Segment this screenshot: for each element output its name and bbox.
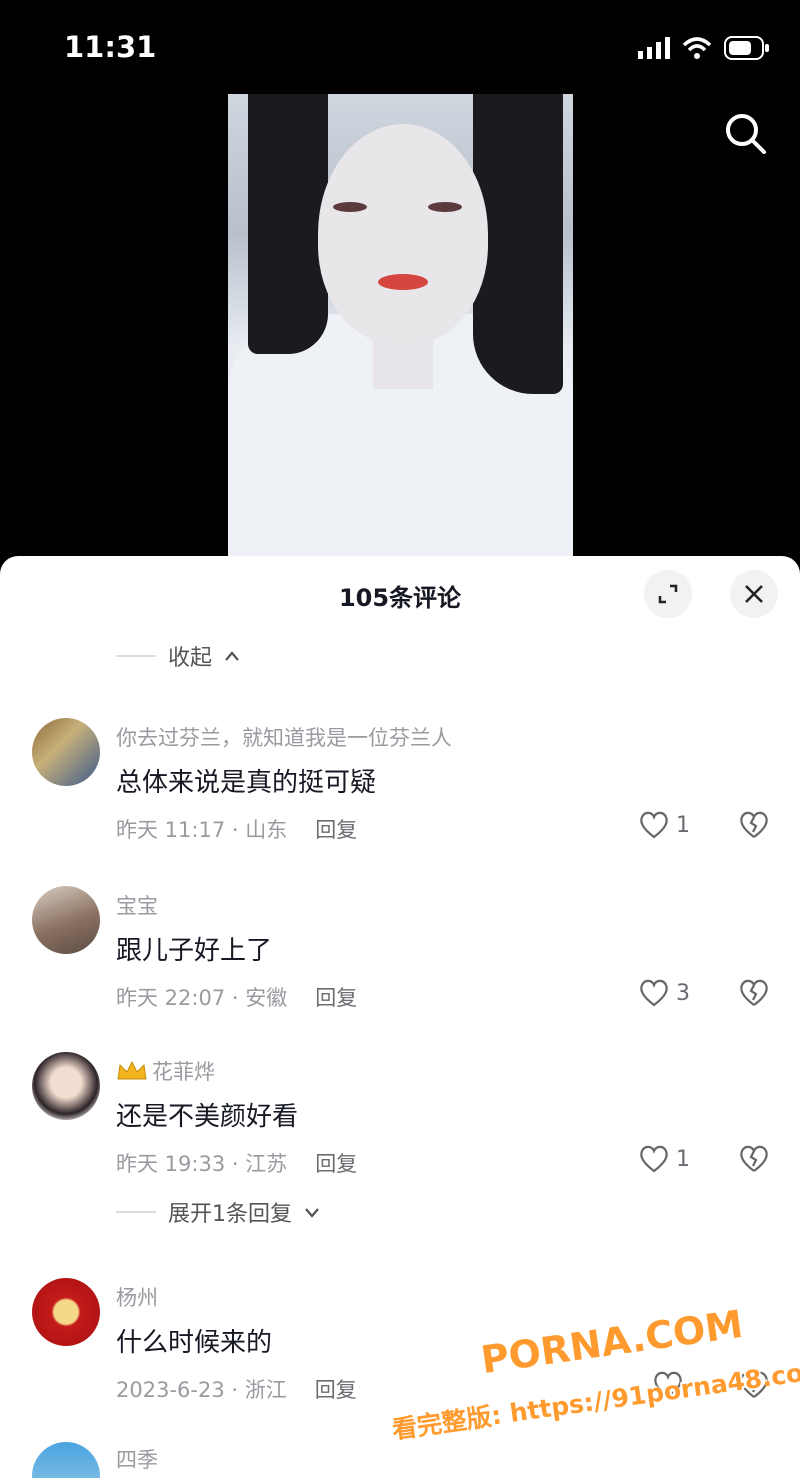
broken-heart-icon	[740, 811, 768, 838]
dislike-button[interactable]	[738, 1144, 770, 1178]
comment-item: 四季	[0, 1442, 800, 1478]
collapse-button[interactable]: 收起	[116, 640, 240, 672]
comment-username[interactable]: 四季	[116, 1444, 158, 1474]
collapse-label: 收起	[168, 646, 213, 671]
comment-text: 还是不美颜好看	[116, 1102, 299, 1132]
comment-item: 花菲烨 还是不美颜好看 昨天 19:33 · 江苏 回复 1 展开1条回复	[0, 1050, 800, 1227]
dislike-button[interactable]	[738, 978, 770, 1012]
comment-meta: 昨天 11:17 · 山东	[116, 818, 288, 842]
comment-item: 你去过芬兰，就知道我是一位芬兰人 总体来说是真的挺可疑 昨天 11:17 · 山…	[0, 716, 800, 876]
wifi-icon	[682, 37, 712, 59]
comment-item: 宝宝 跟儿子好上了 昨天 22:07 · 安徽 回复 3	[0, 884, 800, 1044]
status-icons	[638, 36, 770, 60]
expand-icon	[658, 584, 678, 604]
avatar[interactable]	[32, 718, 100, 786]
avatar[interactable]	[32, 886, 100, 954]
search-icon	[726, 114, 766, 154]
comment-meta: 昨天 22:07 · 安徽	[116, 986, 288, 1010]
comment-text: 什么时候来的	[116, 1328, 273, 1358]
status-bar: 11:31	[0, 0, 800, 90]
battery-icon	[724, 36, 769, 60]
heart-icon	[640, 1145, 668, 1173]
avatar[interactable]	[32, 1052, 100, 1120]
close-icon	[745, 585, 763, 603]
fullscreen-button[interactable]	[644, 570, 692, 618]
chevron-down-icon	[305, 1208, 319, 1218]
comment-meta: 昨天 19:33 · 江苏	[116, 1152, 288, 1176]
video-figure-face	[318, 124, 488, 344]
like-count: 1	[676, 812, 690, 838]
avatar[interactable]	[32, 1278, 100, 1346]
expand-replies-button[interactable]: 展开1条回复	[116, 1196, 320, 1228]
comment-username[interactable]: 花菲烨	[152, 1056, 215, 1086]
heart-icon	[640, 811, 668, 839]
dislike-button[interactable]	[738, 810, 770, 844]
search-button[interactable]	[722, 110, 770, 158]
like-button[interactable]: 3	[638, 978, 690, 1008]
comment-sheet: 105条评论 收起 你去过芬兰，就知道我是一位芬兰人 总体来说是真的挺可疑 昨天…	[0, 556, 800, 1478]
heart-icon	[654, 1371, 682, 1399]
chevron-up-icon	[225, 651, 239, 661]
like-button[interactable]: 1	[638, 810, 690, 840]
comment-item: 杨州 什么时候来的 2023-6-23 · 浙江 回复	[0, 1276, 800, 1436]
status-time: 11:31	[64, 30, 157, 64]
dislike-button[interactable]	[738, 1370, 770, 1404]
reply-button[interactable]: 回复	[315, 1374, 357, 1404]
reply-button[interactable]: 回复	[315, 982, 357, 1012]
like-button[interactable]: 1	[638, 1144, 690, 1174]
expand-replies-label: 展开1条回复	[168, 1202, 292, 1227]
crown-icon	[117, 1060, 147, 1080]
reply-button[interactable]: 回复	[315, 814, 357, 844]
comment-username[interactable]: 杨州	[116, 1282, 158, 1312]
comment-text: 总体来说是真的挺可疑	[116, 768, 377, 798]
like-button[interactable]	[652, 1370, 690, 1400]
like-count: 3	[676, 980, 690, 1006]
reply-button[interactable]: 回复	[315, 1148, 357, 1178]
close-button[interactable]	[730, 570, 778, 618]
heart-icon	[640, 979, 668, 1007]
signal-icon	[638, 37, 670, 59]
comment-username[interactable]: 宝宝	[116, 890, 158, 920]
avatar[interactable]	[32, 1442, 100, 1478]
like-count: 1	[676, 1146, 690, 1172]
comment-meta: 2023-6-23 · 浙江	[116, 1378, 287, 1402]
video-frame[interactable]	[228, 94, 573, 556]
broken-heart-icon	[740, 1371, 768, 1398]
broken-heart-icon	[740, 1145, 768, 1172]
comment-username[interactable]: 你去过芬兰，就知道我是一位芬兰人	[116, 722, 452, 752]
comment-text: 跟儿子好上了	[116, 936, 273, 966]
broken-heart-icon	[740, 979, 768, 1006]
